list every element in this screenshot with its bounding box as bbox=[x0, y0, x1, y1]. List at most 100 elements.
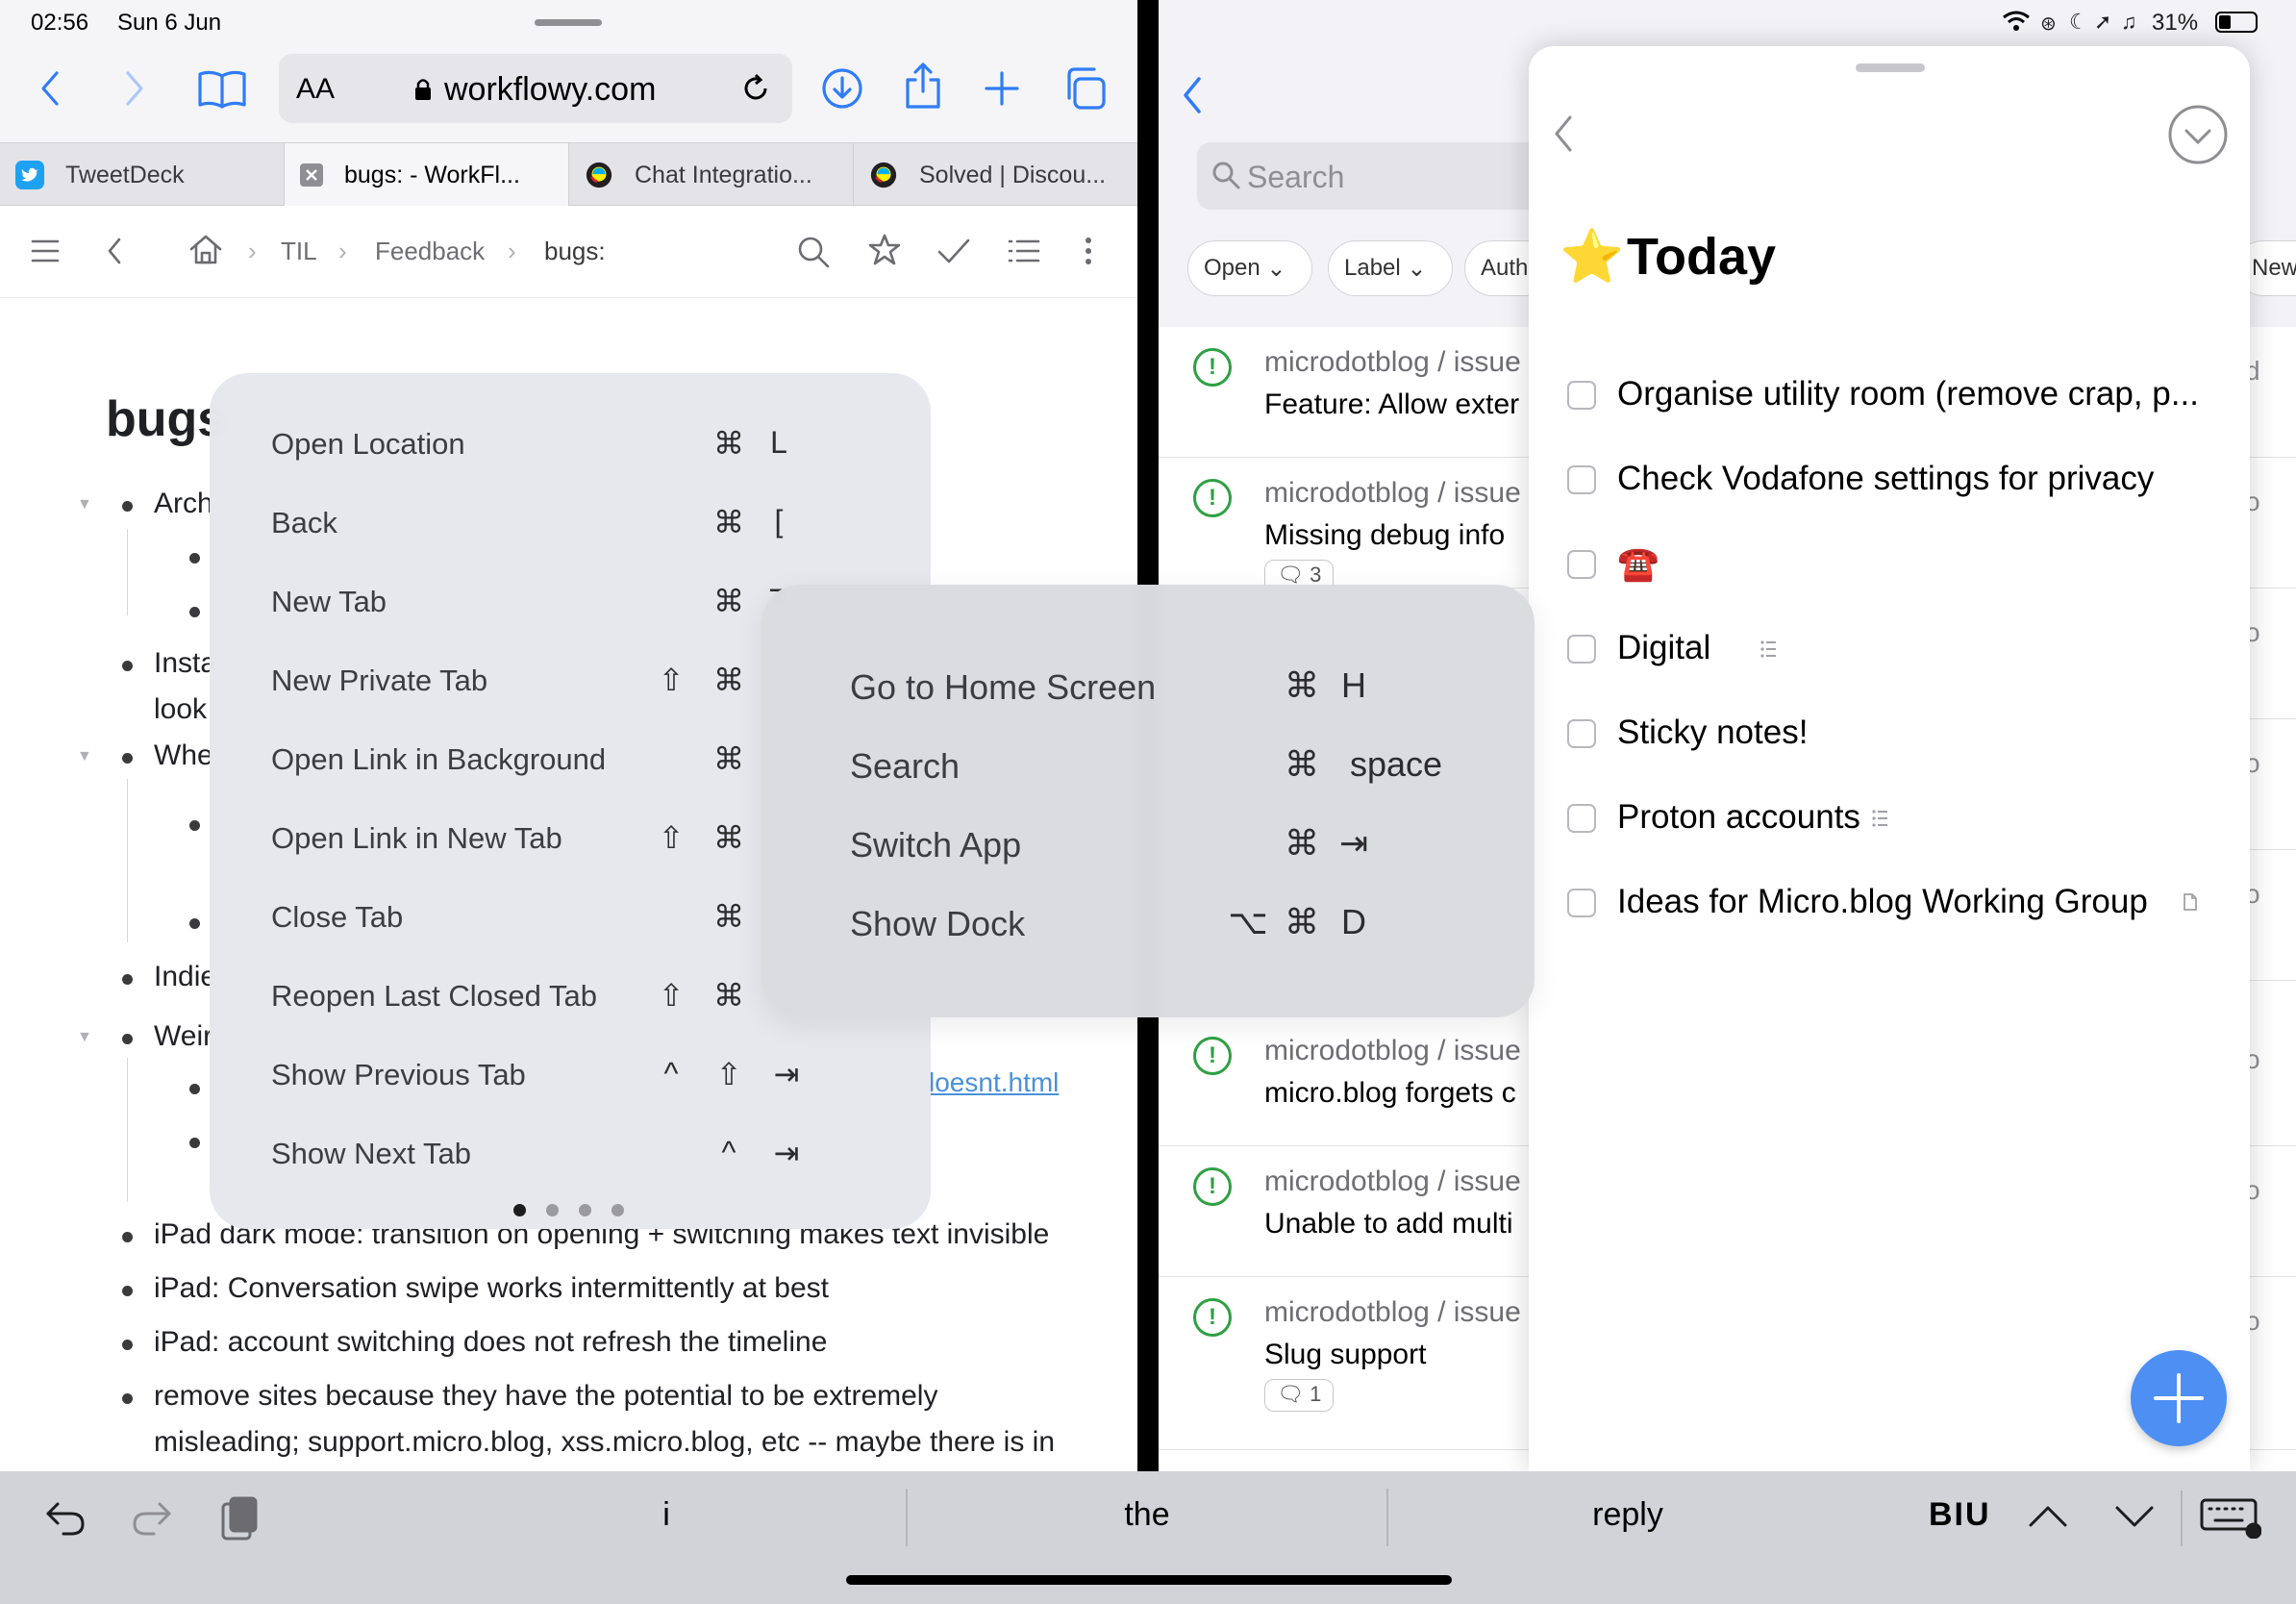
bullet[interactable] bbox=[189, 1138, 200, 1148]
back-chevron-icon[interactable] bbox=[106, 237, 123, 270]
collapse-triangle-icon[interactable]: ▼ bbox=[77, 1029, 92, 1046]
bullet[interactable] bbox=[122, 1232, 133, 1242]
bullet[interactable] bbox=[189, 607, 200, 617]
shortcut-key: ⌥ bbox=[1228, 902, 1268, 941]
home-indicator[interactable] bbox=[846, 1575, 1452, 1585]
list-item[interactable]: Arch bbox=[154, 488, 213, 520]
list-item[interactable]: Weir bbox=[154, 1020, 212, 1053]
back-icon[interactable] bbox=[29, 67, 71, 110]
page-indicator-dot[interactable] bbox=[513, 1204, 526, 1216]
tab-tweetdeck[interactable]: TweetDeck bbox=[0, 143, 285, 207]
list-item[interactable]: Indie bbox=[154, 961, 216, 993]
page-indicator-dot[interactable] bbox=[611, 1204, 624, 1216]
page-indicator-dot[interactable] bbox=[579, 1204, 591, 1216]
safari-toolbar: 02:56 Sun 6 Jun AA workflowy.com bbox=[0, 0, 1137, 142]
tabs-overview-icon[interactable] bbox=[1060, 63, 1110, 113]
bullet[interactable] bbox=[122, 1393, 133, 1404]
redo-icon[interactable] bbox=[131, 1498, 173, 1541]
breadcrumb-item[interactable]: TIL bbox=[281, 237, 317, 266]
bullet[interactable] bbox=[189, 553, 200, 564]
new-tab-icon[interactable] bbox=[979, 65, 1025, 112]
issue-title: Slug support bbox=[1264, 1339, 1427, 1370]
bullet[interactable] bbox=[122, 1034, 133, 1044]
tab-chat-integration[interactable]: Chat Integratio... bbox=[569, 143, 854, 207]
breadcrumb-item[interactable]: Feedback bbox=[375, 237, 485, 266]
collapse-triangle-icon[interactable]: ▼ bbox=[77, 748, 92, 765]
more-options-icon[interactable] bbox=[1085, 237, 1092, 270]
chevron-up-icon[interactable] bbox=[2027, 1504, 2069, 1534]
forward-icon[interactable] bbox=[113, 67, 156, 110]
reload-icon[interactable] bbox=[738, 71, 773, 106]
bullet[interactable] bbox=[122, 501, 133, 512]
paste-icon[interactable] bbox=[219, 1494, 260, 1547]
reader-aa-button[interactable]: AA bbox=[296, 73, 335, 106]
back-icon[interactable] bbox=[1180, 75, 1205, 120]
todo-checkbox[interactable] bbox=[1567, 381, 1596, 410]
bullet[interactable] bbox=[122, 661, 133, 671]
bullet[interactable] bbox=[122, 1340, 133, 1350]
todo-checkbox[interactable] bbox=[1567, 550, 1596, 579]
list-view-icon[interactable] bbox=[1008, 238, 1040, 268]
shortcut-label: Switch App bbox=[850, 825, 1022, 865]
address-bar[interactable]: AA workflowy.com bbox=[279, 54, 792, 123]
chevron-down-icon: ⌄ bbox=[1407, 255, 1427, 282]
back-icon[interactable] bbox=[1552, 113, 1575, 159]
bullet[interactable] bbox=[122, 1286, 133, 1296]
bullet[interactable] bbox=[189, 1084, 200, 1094]
multitasking-handle[interactable] bbox=[535, 19, 602, 26]
suggestion[interactable]: i bbox=[431, 1496, 902, 1534]
sheet-grabber[interactable] bbox=[1856, 63, 1925, 72]
todo-checkbox[interactable] bbox=[1567, 889, 1596, 917]
suggestion[interactable]: the bbox=[911, 1496, 1383, 1534]
headphones-icon: ♫ bbox=[2121, 10, 2137, 34]
add-todo-button[interactable] bbox=[2131, 1350, 2227, 1446]
battery-percent: 31% bbox=[2152, 10, 2199, 36]
star-icon: ⭐ bbox=[1560, 228, 1625, 286]
close-tab-icon[interactable] bbox=[300, 163, 323, 187]
shortcut-label: Open Link in Background bbox=[271, 742, 607, 776]
suggestion[interactable]: reply bbox=[1392, 1496, 1863, 1534]
check-circle-icon[interactable] bbox=[2167, 104, 2229, 170]
todo-checkbox[interactable] bbox=[1567, 465, 1596, 494]
link[interactable]: loesnt.html bbox=[929, 1067, 1059, 1098]
todo-label: Proton accounts bbox=[1617, 798, 1860, 836]
todo-checkbox[interactable] bbox=[1567, 719, 1596, 748]
indent-guide bbox=[127, 1058, 128, 1202]
complete-check-icon[interactable] bbox=[936, 237, 971, 270]
open-issue-icon: ! bbox=[1193, 348, 1232, 387]
collapse-triangle-icon[interactable]: ▼ bbox=[77, 496, 92, 514]
list-item-continuation[interactable]: misleading; support.micro.blog, xss.micr… bbox=[154, 1426, 1055, 1459]
todo-checkbox[interactable] bbox=[1567, 635, 1596, 664]
share-icon[interactable] bbox=[900, 60, 946, 112]
list-item[interactable]: remove sites because they have the poten… bbox=[154, 1380, 937, 1413]
shortcut-label: Reopen Last Closed Tab bbox=[271, 979, 597, 1013]
undo-icon[interactable] bbox=[44, 1498, 87, 1541]
page-indicator-dot[interactable] bbox=[546, 1204, 559, 1216]
star-icon[interactable] bbox=[867, 233, 902, 272]
list-item-continuation[interactable]: look bbox=[154, 693, 207, 726]
downloads-icon[interactable] bbox=[819, 65, 865, 112]
filter-label[interactable]: Label ⌄ bbox=[1328, 240, 1453, 296]
bookmarks-icon[interactable] bbox=[194, 65, 250, 112]
filter-open[interactable]: Open ⌄ bbox=[1187, 240, 1312, 296]
bullet[interactable] bbox=[122, 974, 133, 985]
tab-solved-discourse[interactable]: Solved | Discou... bbox=[854, 143, 1137, 207]
format-biu-button[interactable]: BIU bbox=[1929, 1496, 1991, 1534]
list-item[interactable]: Whe bbox=[154, 739, 213, 772]
bullet[interactable] bbox=[189, 918, 200, 929]
bullet[interactable] bbox=[122, 753, 133, 764]
home-icon[interactable] bbox=[188, 233, 223, 270]
todo-checkbox[interactable] bbox=[1567, 804, 1596, 833]
keyboard-dismiss-icon[interactable] bbox=[2200, 1496, 2262, 1543]
list-item[interactable]: Insta bbox=[154, 647, 216, 680]
shortcut-label: Go to Home Screen bbox=[850, 667, 1157, 707]
list-item[interactable]: iPad: Conversation swipe works intermitt… bbox=[154, 1272, 829, 1305]
tab-workflowy-bugs[interactable]: bugs: - WorkFl... bbox=[285, 143, 569, 207]
bullet[interactable] bbox=[189, 820, 200, 831]
search-icon[interactable] bbox=[796, 235, 831, 274]
shortcut-key: ⌘ bbox=[713, 584, 744, 618]
menu-icon[interactable] bbox=[31, 238, 60, 268]
page-title[interactable]: bugs bbox=[106, 390, 225, 448]
chevron-down-icon[interactable] bbox=[2113, 1504, 2156, 1534]
list-item[interactable]: iPad: account switching does not refresh… bbox=[154, 1326, 827, 1359]
